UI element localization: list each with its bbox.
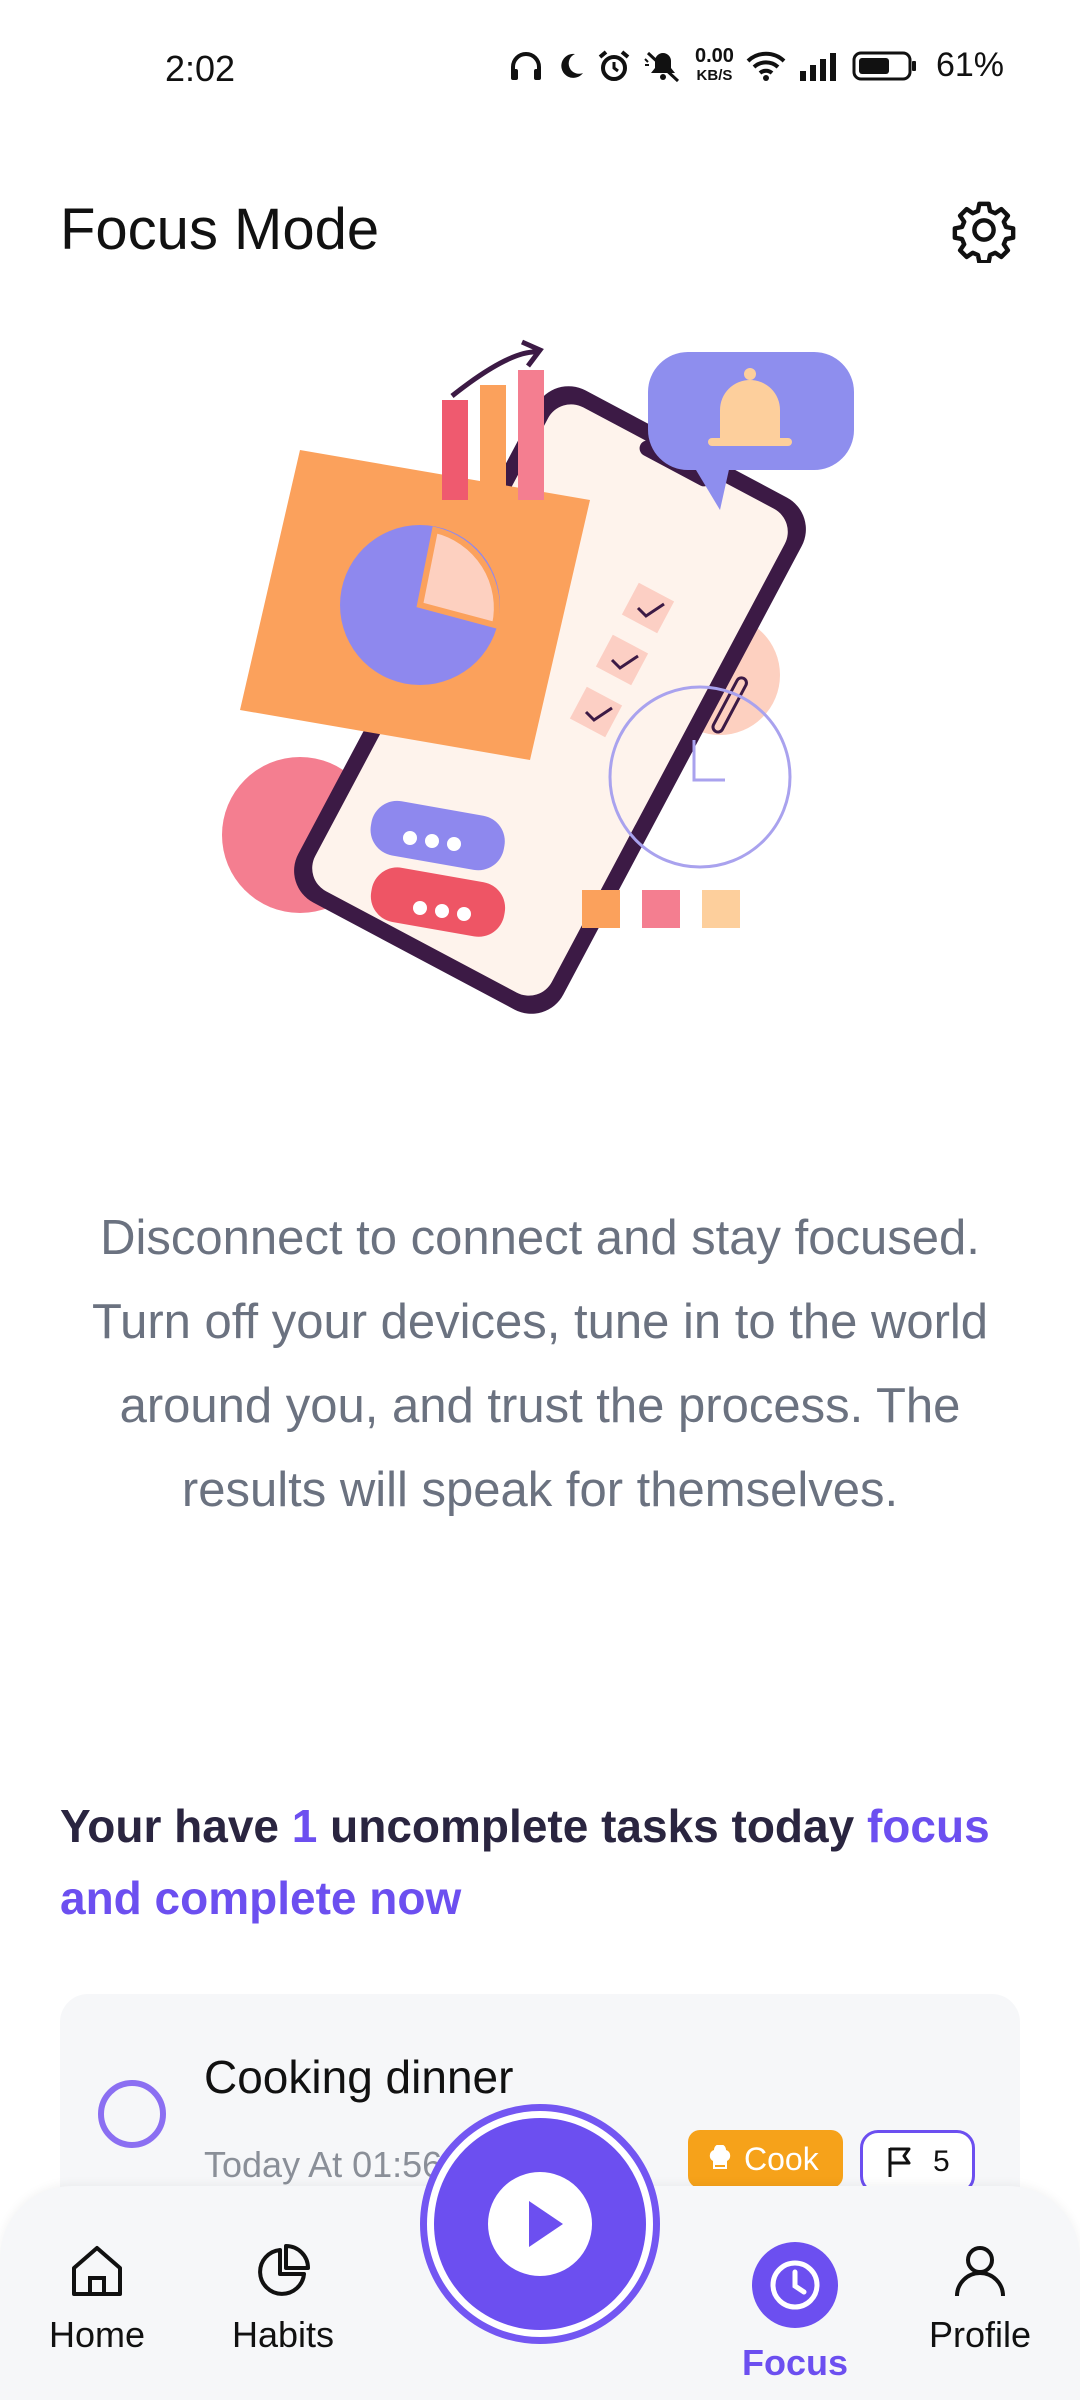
task-time: Today At 01:56 <box>204 2144 443 2185</box>
network-speed: 0.00 KB/S <box>695 44 734 85</box>
bar-1 <box>442 400 468 500</box>
status-bar: 2:02 0.00 KB/S 61% <box>0 0 1080 140</box>
nav-label-profile: Profile <box>928 2314 1032 2355</box>
focus-quote: Disconnect to connect and stay focused. … <box>91 1211 989 1517</box>
tasks-summary-middle: uncomplete tasks today <box>317 1800 867 1852</box>
wifi-icon <box>746 51 786 81</box>
task-title: Cooking dinner <box>204 2051 514 2103</box>
task-category-tag[interactable]: Cook <box>688 2130 843 2188</box>
tasks-summary: Your have 1 uncomplete tasks today focus… <box>60 1790 1020 1934</box>
task-priority-badge[interactable]: 5 <box>860 2130 975 2194</box>
settings-button[interactable] <box>948 194 1020 266</box>
clock-icon <box>752 2242 838 2328</box>
nav-item-home[interactable]: Home <box>12 2242 182 2356</box>
task-checkbox[interactable] <box>98 2080 166 2148</box>
nav-item-profile[interactable]: Profile <box>895 2242 1065 2356</box>
nav-item-habits[interactable]: Habits <box>198 2242 368 2356</box>
tasks-count: 1 <box>291 1800 318 1852</box>
nav-label-habits: Habits <box>231 2314 335 2355</box>
task-priority-value: 5 <box>933 2145 950 2178</box>
nav-item-focus[interactable]: Focus <box>710 2242 880 2384</box>
square-1 <box>582 890 620 928</box>
status-time: 2:02 <box>165 48 236 89</box>
gear-icon <box>952 201 1016 263</box>
tasks-summary-prefix: Your have <box>60 1800 292 1852</box>
focus-illustration <box>222 339 854 1014</box>
net-speed-value: 0.00 <box>695 44 734 67</box>
nav-label-focus: Focus <box>741 2342 848 2383</box>
task-tag-label: Cook <box>744 2140 819 2177</box>
chef-hat-icon <box>709 2145 731 2169</box>
mute-icon <box>644 51 680 82</box>
page-title: Focus Mode <box>60 197 380 262</box>
pie-chart-icon <box>258 2244 310 2296</box>
start-focus-button[interactable] <box>420 2104 660 2344</box>
net-speed-unit: KB/S <box>696 66 733 84</box>
status-icons: 0.00 KB/S 61% <box>509 46 1004 85</box>
battery-percent: 61% <box>935 46 1004 84</box>
play-icon <box>488 2172 592 2276</box>
moon-icon <box>561 53 583 78</box>
play-button-inner <box>434 2118 646 2330</box>
battery-icon <box>852 51 916 80</box>
flag-icon <box>888 2147 911 2177</box>
nav-label-home: Home <box>48 2314 146 2355</box>
user-icon <box>955 2246 1005 2297</box>
headphones-icon <box>511 51 541 80</box>
signal-icon <box>799 52 836 81</box>
alarm-icon <box>598 49 630 81</box>
home-icon <box>72 2246 122 2296</box>
